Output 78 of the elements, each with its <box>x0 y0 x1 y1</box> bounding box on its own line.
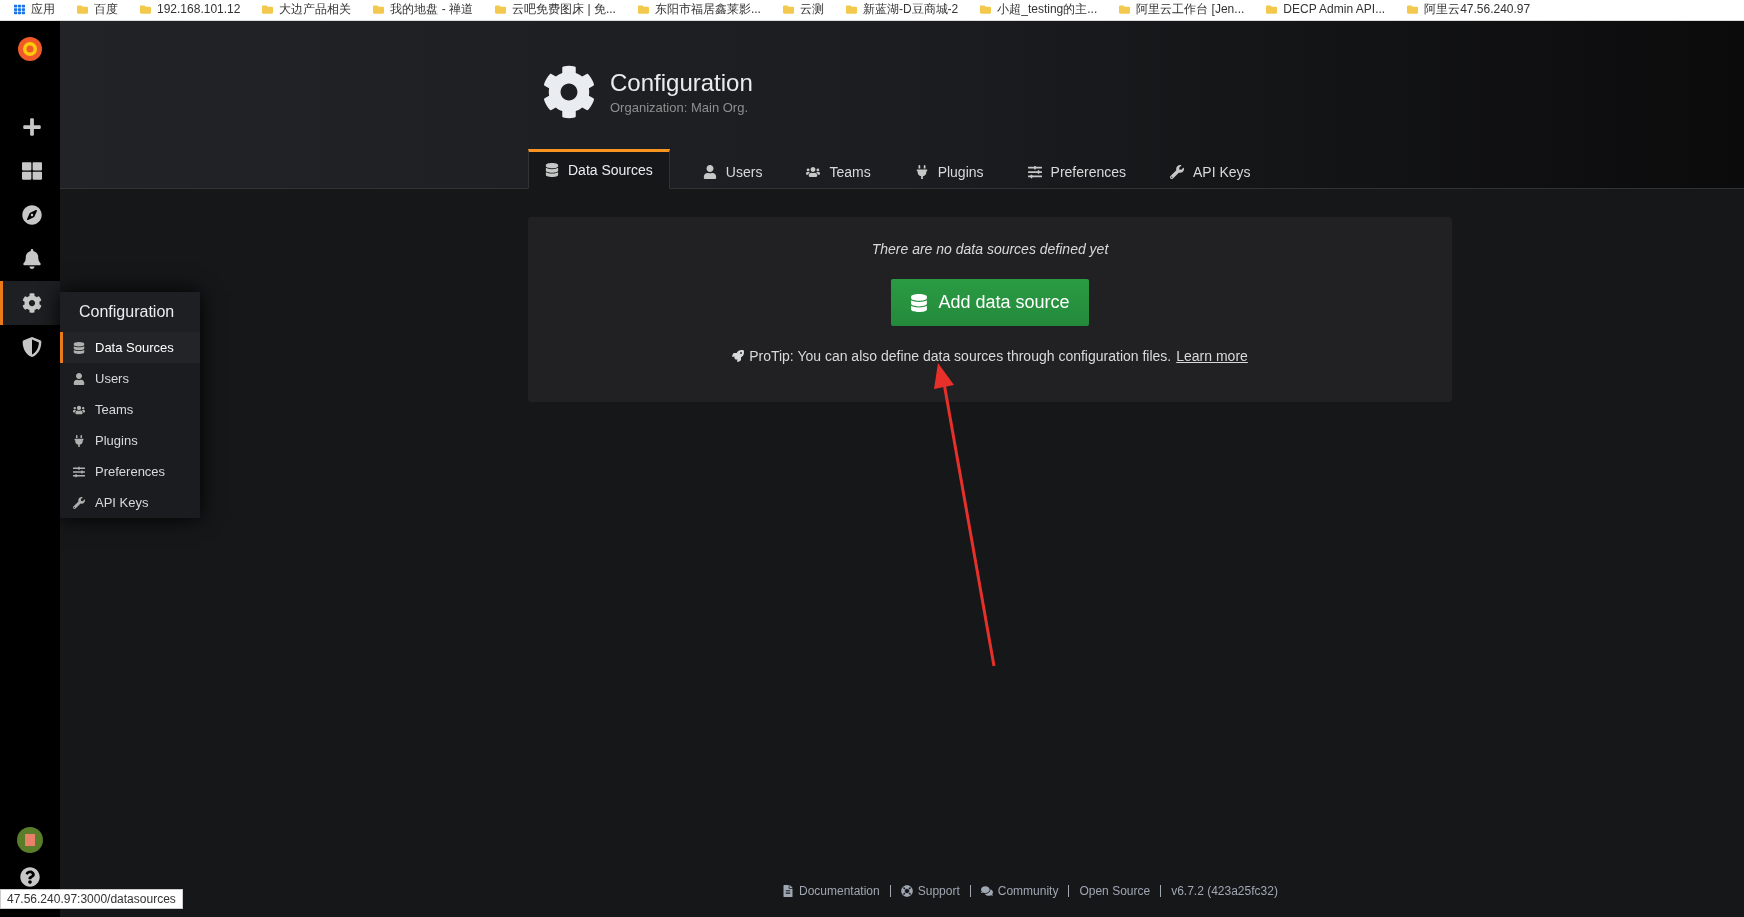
bell-icon <box>21 249 42 269</box>
tab[interactable]: Preferences <box>1010 149 1144 189</box>
bookmark-icon <box>140 3 151 15</box>
wrench-icon <box>1170 164 1185 179</box>
bookmark-link[interactable]: 阿里云47.56.240.97 <box>1407 0 1531 18</box>
add-data-source-button[interactable]: Add data source <box>891 279 1089 326</box>
learn-more-link[interactable]: Learn more <box>1176 348 1248 364</box>
wrench-icon <box>73 496 85 509</box>
menu-item[interactable]: Plugins <box>60 425 200 456</box>
bookmark-icon <box>980 3 992 15</box>
footer-link[interactable]: v6.7.2 (423a25fc32) <box>1160 885 1288 897</box>
user-icon <box>73 372 85 385</box>
bookmark-link[interactable]: 云测 <box>782 0 824 18</box>
tab[interactable]: Data Sources <box>528 149 670 189</box>
bookmark-icon <box>373 3 385 15</box>
bookmark-icon <box>1266 3 1278 15</box>
menu-item[interactable]: Teams <box>60 394 200 425</box>
plug-icon <box>914 164 929 179</box>
sliders-icon <box>73 465 85 478</box>
bookmark-icon <box>1407 3 1419 15</box>
lifebuoy-icon <box>900 885 913 897</box>
footer-link[interactable]: Support <box>889 885 970 897</box>
apps-icon <box>14 3 25 15</box>
shield-icon <box>21 337 42 357</box>
plug-icon <box>73 434 85 447</box>
database-icon <box>73 341 85 354</box>
database-icon <box>545 163 559 177</box>
bookmark-link[interactable]: 大边产品相关 <box>262 0 352 18</box>
status-url: 47.56.240.97:3000/datasources <box>0 889 183 909</box>
footer-link[interactable]: Community <box>969 885 1069 897</box>
tab[interactable]: Teams <box>789 149 888 189</box>
sidebar-item[interactable] <box>0 281 60 325</box>
bookmark-icon <box>77 3 88 15</box>
database-icon <box>910 293 929 312</box>
menu-item[interactable]: Data Sources <box>60 332 200 363</box>
sliders-icon <box>1027 164 1042 179</box>
menu-item[interactable]: Preferences <box>60 456 200 487</box>
bookmark-link[interactable]: 百度 <box>77 0 118 18</box>
bookmark-link[interactable]: 云吧免费图床 | 免... <box>495 0 616 18</box>
bookmark-icon <box>845 3 857 15</box>
settings-icon <box>21 293 42 313</box>
bookmark-link[interactable]: DECP Admin API... <box>1266 0 1386 18</box>
settings-icon <box>542 65 596 119</box>
protip-text: ProTip: You can also define data sources through configuration files. <box>749 348 1172 364</box>
rocket-icon <box>732 350 745 362</box>
bookmark-icon <box>1119 3 1131 15</box>
grid-icon <box>21 161 42 181</box>
compass-icon <box>21 205 42 225</box>
tab[interactable]: Users <box>685 149 780 189</box>
bookmark-link[interactable]: 应用 <box>14 0 55 18</box>
bookmark-icon <box>262 3 274 15</box>
bookmark-icon <box>637 3 649 15</box>
bookmark-link[interactable]: 192.168.101.12 <box>140 0 241 18</box>
bookmark-link[interactable]: 东阳市福居鑫莱影... <box>637 0 761 18</box>
menu-item[interactable]: API Keys <box>60 487 200 518</box>
menu-item[interactable]: Users <box>60 363 200 394</box>
plus-icon <box>21 117 42 137</box>
empty-message: There are no data sources defined yet <box>871 241 1109 257</box>
document-icon <box>782 885 794 897</box>
user-icon <box>702 164 717 179</box>
bookmark-icon <box>782 3 794 15</box>
chat-icon <box>980 885 993 897</box>
tab[interactable]: API Keys <box>1153 149 1268 189</box>
bookmark-link[interactable]: 我的地盘 - 禅道 <box>373 0 474 18</box>
tab[interactable]: Plugins <box>897 149 1001 189</box>
bookmark-link[interactable]: 小超_testing的主... <box>980 0 1098 18</box>
users-icon <box>73 403 85 416</box>
footer-link[interactable]: Open Source <box>1068 885 1161 897</box>
page-title: Configuration <box>610 69 753 97</box>
footer-link[interactable]: Documentation <box>772 885 890 897</box>
page-subtitle: Organization: Main Org. <box>610 100 749 115</box>
bookmark-icon <box>495 3 507 15</box>
menu-title: Configuration <box>60 292 200 332</box>
users-icon <box>806 164 821 179</box>
help-icon[interactable] <box>20 867 40 887</box>
bookmark-link[interactable]: 阿里云工作台 [Jen... <box>1119 0 1245 18</box>
bookmark-link[interactable]: 新蓝湖-D豆商城-2 <box>845 0 959 18</box>
avatar-icon[interactable] <box>17 827 43 853</box>
